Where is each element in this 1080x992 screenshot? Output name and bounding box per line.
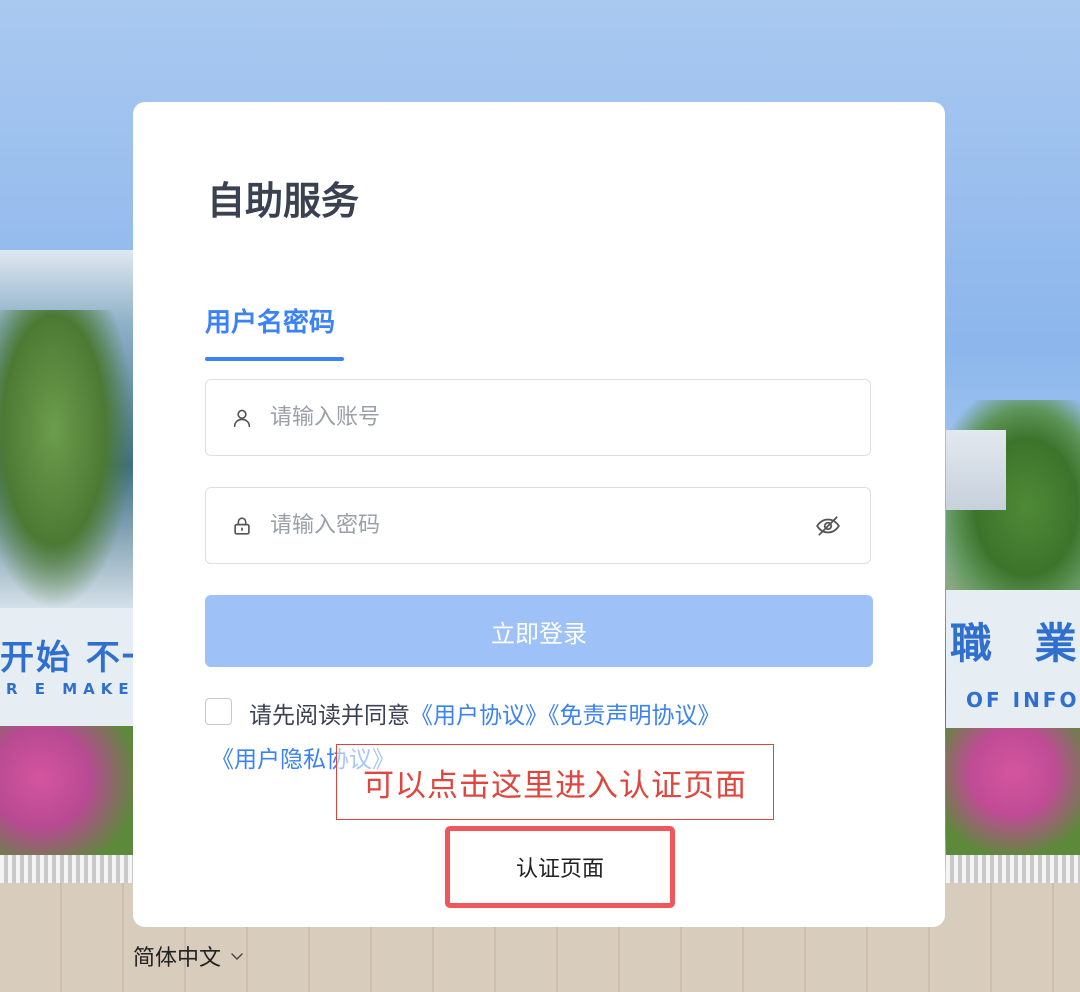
background-flowers-right [946,728,1080,856]
password-field[interactable] [205,487,871,564]
background-trees-left [0,310,135,610]
agreement-text: 请先阅读并同意《用户协议》《免责声明协议》 [249,696,721,730]
language-label: 简体中文 [133,946,222,971]
user-icon [230,406,254,430]
login-button[interactable]: 立即登录 [205,595,873,667]
disclaimer-link[interactable]: 《免责声明协议》 [548,703,721,729]
user-agreement-link[interactable]: 《用户协议》 [410,703,548,729]
background-sign-right-subtext: OF INFO [966,688,1080,712]
background-sign-left-subtext: R E MAKE [6,680,135,698]
username-input[interactable] [268,404,870,431]
username-field[interactable] [205,379,871,456]
login-card: 自助服务 用户名密码 立即登录 [133,102,945,927]
background-sign-right-text: 職 業 [950,619,1080,668]
language-selector[interactable]: 简体中文 [133,940,245,972]
eye-off-icon[interactable] [814,512,842,540]
background-sign-left: 开始 不一 R E MAKE [0,608,135,726]
tab-username-password[interactable]: 用户名密码 [205,302,335,339]
background-building-right [946,430,1006,510]
background-sign-right: 職 業 OF INFO [946,590,1080,728]
chevron-down-icon [229,948,245,964]
page-title: 自助服务 [207,179,360,223]
password-input[interactable] [268,512,814,539]
background-flowers-left [0,726,135,856]
background-sign-left-text: 开始 不一 [0,638,135,678]
certification-page-button[interactable]: 认证页面 [445,826,675,908]
agreement-prefix: 请先阅读并同意 [249,703,410,729]
annotation-text: 可以点击这里进入认证页面 [363,767,747,804]
background-fence-left [0,855,135,883]
background-fence-right [946,855,1080,883]
tab-active-indicator [205,357,344,361]
lock-icon [230,514,254,538]
agreement-checkbox[interactable] [205,698,232,725]
annotation-callout: 可以点击这里进入认证页面 [336,744,774,820]
